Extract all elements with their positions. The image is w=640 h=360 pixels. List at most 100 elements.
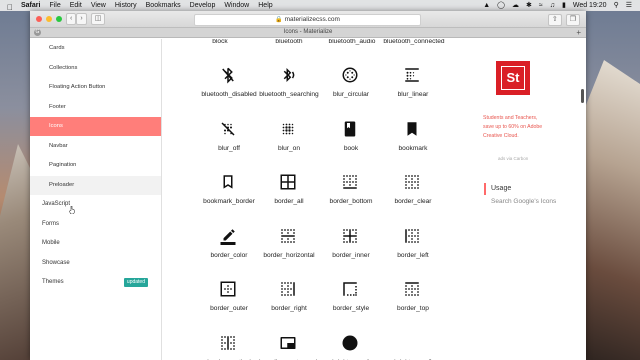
sidebar-item-forms[interactable]: Forms: [30, 215, 161, 234]
menu-edit[interactable]: Edit: [70, 0, 82, 11]
forward-button[interactable]: ›: [76, 13, 87, 25]
spotlight-icon[interactable]: ⚲: [614, 0, 619, 11]
icon-cell-border-top[interactable]: border_top: [373, 266, 453, 320]
sidebar-item-icons[interactable]: Icons: [30, 117, 161, 136]
blur-on-icon: [282, 123, 294, 135]
bluetooth-searching-icon: [283, 67, 295, 83]
updated-badge: updated: [123, 278, 148, 287]
circle-icon[interactable]: ◯: [497, 0, 505, 11]
menu-window[interactable]: Window: [224, 0, 249, 11]
close-window-button[interactable]: [36, 16, 42, 22]
menu-app[interactable]: Safari: [21, 0, 40, 11]
icon-cell-blur-linear[interactable]: blur_linear: [373, 52, 453, 106]
share-icon[interactable]: ▲: [483, 0, 490, 11]
sidebar-toggle-icon[interactable]: ◫: [90, 13, 106, 25]
icon-cell-border-clear[interactable]: border_clear: [373, 159, 453, 213]
adobe-stock-logo[interactable]: St: [496, 61, 530, 95]
border-inner-icon: [343, 229, 357, 243]
brightness-1-icon: [342, 335, 358, 351]
promo-text[interactable]: Students and Teachers, save up to 60% on…: [483, 114, 547, 141]
border-bottom-icon: [343, 175, 357, 189]
menubar:  Safari File Edit View History Bookmark…: [0, 0, 640, 12]
sidebar-item-themes-label: Themes: [42, 279, 64, 285]
adobe-stock-logo-text: St: [501, 66, 525, 90]
menu-bookmarks[interactable]: Bookmarks: [146, 0, 181, 11]
border-top-icon: [405, 282, 419, 296]
address-bar[interactable]: 🔒 materializecss.com: [194, 14, 421, 26]
browser-window: ‹ › ◫ 🔒 materializecss.com ⇧ ❐ G Icons - …: [30, 11, 586, 360]
menu-file[interactable]: File: [49, 0, 60, 11]
tab-title[interactable]: Icons - Materialize: [30, 28, 586, 37]
border-right-icon: [281, 282, 295, 296]
browser-toolbar: ‹ › ◫ 🔒 materializecss.com ⇧ ❐: [30, 11, 586, 28]
sidebar-item-preloader[interactable]: Preloader: [30, 176, 161, 195]
wifi-icon[interactable]: ≈: [539, 0, 543, 11]
icon-label: bookmark: [398, 145, 428, 152]
sidebar-item-showcase[interactable]: Showcase: [30, 254, 161, 273]
battery-icon[interactable]: ▮: [562, 0, 566, 11]
back-button[interactable]: ‹: [66, 13, 77, 25]
sidebar-item-floating-action-button[interactable]: Floating Action Button: [30, 78, 161, 97]
brightness-2-icon: [409, 335, 418, 351]
sidebar-item-cards[interactable]: Cards: [30, 39, 161, 58]
border-clear-icon: [405, 175, 419, 189]
icon-cell-bluetooth-connected[interactable]: bluetooth_connected: [374, 39, 454, 53]
bookmark-icon: [407, 122, 417, 136]
border-all-icon: [280, 174, 296, 190]
toc-search-link[interactable]: Search Google's Icons: [491, 198, 556, 205]
share-button[interactable]: ⇧: [547, 14, 562, 26]
sidebar-item-pagination[interactable]: Pagination: [30, 156, 161, 175]
book-icon: [344, 121, 356, 137]
blur-linear-icon: [405, 68, 419, 82]
border-outer-icon: [220, 281, 236, 297]
hand-cursor-icon: [69, 206, 75, 214]
tabs-overview-button[interactable]: ❐: [565, 14, 580, 26]
address-url: materializecss.com: [284, 16, 340, 23]
branding-watermark-icon: [280, 337, 296, 349]
icon-grid: block bluetooth bluetooth_audio bluetoot…: [161, 39, 471, 360]
menu-develop[interactable]: Develop: [190, 0, 216, 11]
toc-active-indicator: [484, 183, 486, 195]
icon-cell-brightness-2[interactable]: brightness_2: [373, 320, 453, 360]
border-style-icon: [343, 282, 357, 296]
icon-label: border_left: [397, 252, 429, 259]
toolbar-right: ⇧ ❐: [544, 14, 580, 26]
page-content: Cards Collections Floating Action Button…: [30, 39, 586, 360]
icon-label: bluetooth_connected: [383, 39, 445, 45]
sidebar-item-themes[interactable]: Themes updated: [30, 273, 161, 292]
clock[interactable]: Wed 19:20: [573, 0, 607, 11]
sidebar-item-navbar[interactable]: Navbar: [30, 137, 161, 156]
notification-center-icon[interactable]: ☰: [626, 0, 632, 11]
menu-history[interactable]: History: [115, 0, 137, 11]
bookmark-border-icon: [223, 175, 233, 189]
bluetooth-icon[interactable]: ✱: [526, 0, 532, 11]
border-left-icon: [405, 229, 419, 243]
menu-view[interactable]: View: [91, 0, 106, 11]
sidebar-item-footer[interactable]: Footer: [30, 98, 161, 117]
toc-usage-link[interactable]: Usage: [491, 185, 511, 192]
icon-label: border_top: [397, 305, 429, 312]
sidebar-item-collections[interactable]: Collections: [30, 59, 161, 78]
promo-attribution[interactable]: ads via Carbon: [498, 156, 528, 161]
border-color-icon: [220, 229, 236, 245]
new-tab-icon[interactable]: +: [576, 28, 581, 37]
minimize-window-button[interactable]: [46, 16, 52, 22]
scrollbar-thumb[interactable]: [581, 89, 584, 103]
cloud-icon[interactable]: ☁: [512, 0, 519, 11]
blur-circular-icon: [342, 67, 358, 83]
tab-bar: G Icons - Materialize +: [30, 28, 586, 38]
border-horizontal-icon: [281, 229, 295, 243]
sidebar-nav: Cards Collections Floating Action Button…: [30, 39, 162, 360]
lock-icon: 🔒: [275, 17, 283, 23]
mountain-right: [580, 60, 640, 360]
icon-cell-border-left[interactable]: border_left: [373, 213, 453, 267]
border-vertical-icon: [221, 336, 235, 350]
icon-cell-bookmark[interactable]: bookmark: [373, 106, 453, 160]
zoom-window-button[interactable]: [56, 16, 62, 22]
blur-off-icon: [221, 122, 235, 136]
menu-help[interactable]: Help: [258, 0, 272, 11]
sidebar-item-mobile[interactable]: Mobile: [30, 234, 161, 253]
apple-icon[interactable]: : [7, 2, 15, 12]
sidebar-item-javascript[interactable]: JavaScript: [30, 195, 161, 214]
volume-icon[interactable]: ♫: [550, 0, 555, 11]
